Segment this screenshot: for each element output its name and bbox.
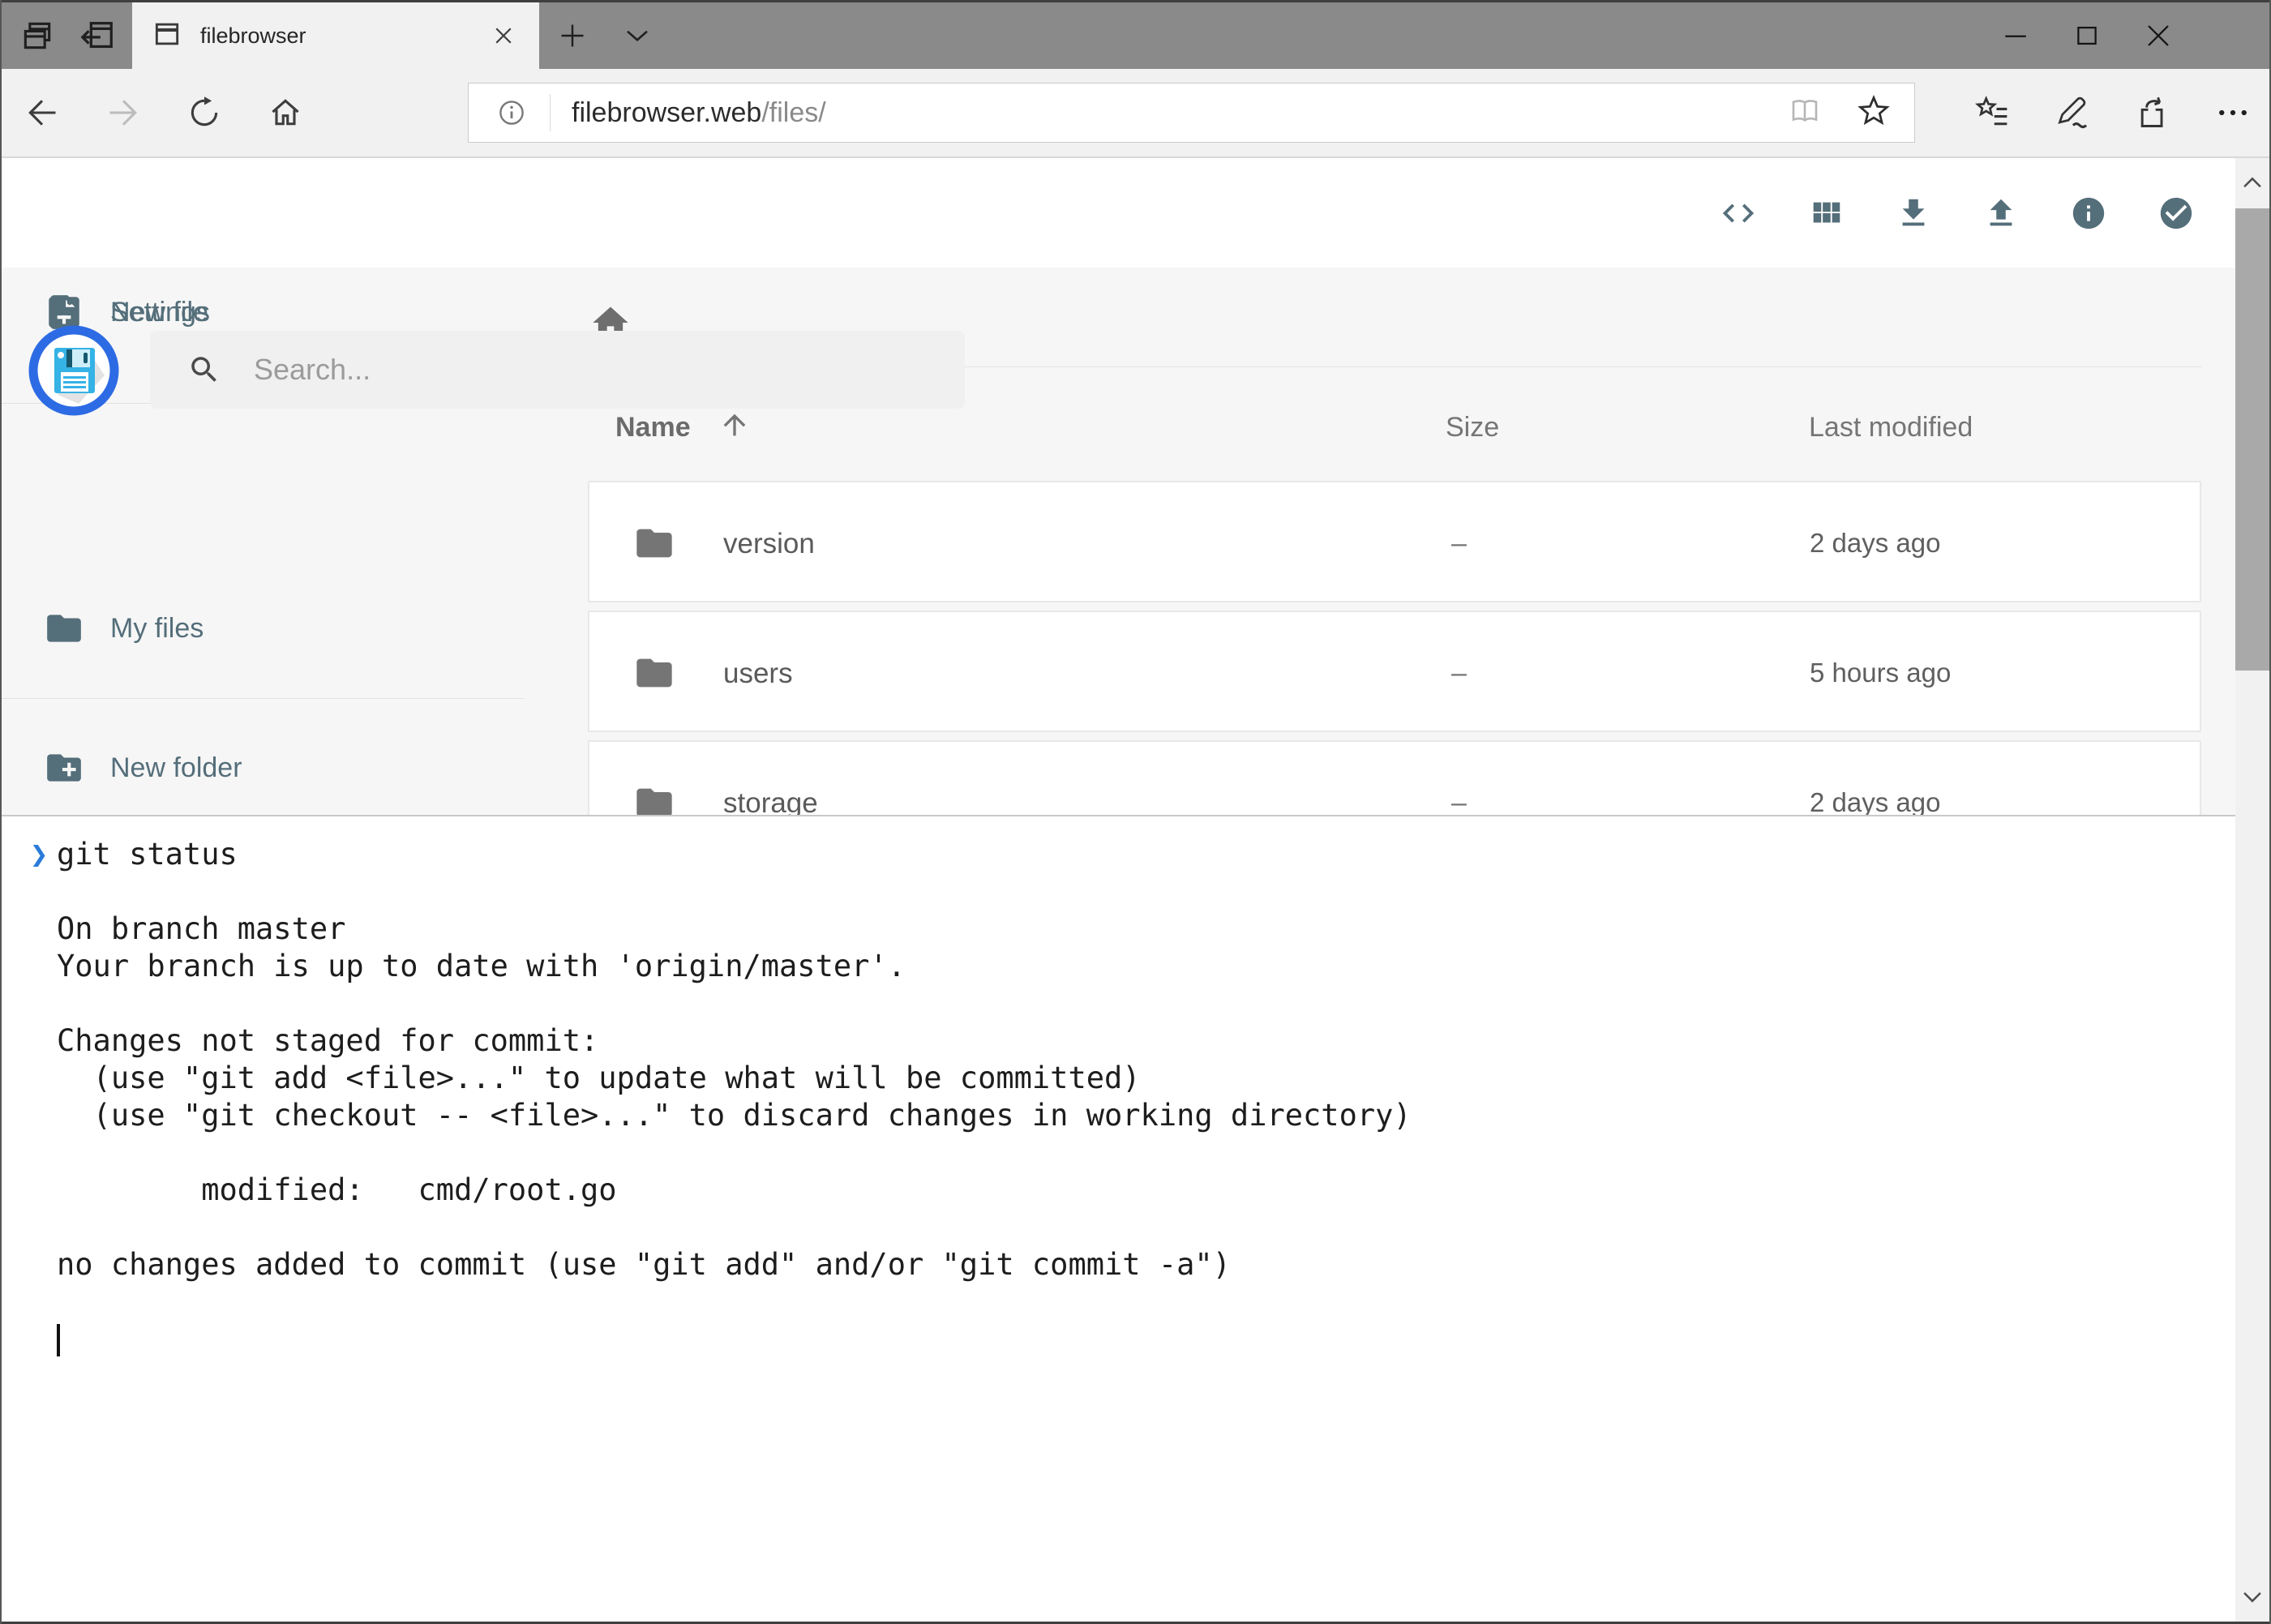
more-options-icon[interactable]: [2215, 95, 2251, 131]
set-tabs-aside-icon[interactable]: [75, 2, 120, 69]
new-tab-button[interactable]: [550, 2, 595, 69]
sidebar-item-label: Settings: [110, 297, 210, 328]
tab-page-icon: [152, 19, 182, 54]
url-text: filebrowser.web/files/: [572, 97, 826, 129]
tab-list-chevron-icon[interactable]: [615, 2, 660, 69]
scroll-down-icon[interactable]: [2235, 1571, 2269, 1622]
home-button[interactable]: [268, 95, 303, 131]
file-size: –: [1451, 658, 1467, 689]
favorites-hub-icon[interactable]: [1974, 95, 2010, 131]
search-icon: [187, 353, 221, 387]
folder-icon: [44, 608, 84, 649]
sort-ascending-icon[interactable]: [718, 409, 751, 441]
sidebar-divider: [2, 698, 525, 699]
sidebar-item[interactable]: My files: [2, 584, 537, 673]
minimize-button[interactable]: [1980, 2, 2051, 69]
close-window-button[interactable]: [2123, 2, 2194, 69]
tab-close-icon[interactable]: [486, 18, 521, 54]
terminal-panel[interactable]: ❯git status On branch master Your branch…: [2, 815, 2235, 1622]
back-button[interactable]: [24, 95, 60, 131]
file-modified: 2 days ago: [1810, 528, 1940, 559]
tab-title: filebrowser: [200, 24, 486, 49]
window-border-top: [0, 0, 2271, 2]
favorite-star-icon[interactable]: [1856, 93, 1892, 133]
code-icon[interactable]: [1720, 195, 1757, 232]
file-row[interactable]: users – 5 hours ago: [588, 611, 2201, 732]
url-separator: [550, 94, 551, 131]
column-last-modified[interactable]: Last modified: [1809, 412, 1973, 443]
check-icon[interactable]: [2157, 195, 2195, 232]
file-list: version – 2 days ago users – 5 hours ago…: [588, 481, 2201, 870]
upload-icon[interactable]: [1982, 195, 2020, 232]
browser-window: filebrowser: [0, 0, 2271, 1624]
scrollbar-thumb[interactable]: [2235, 208, 2269, 671]
info-icon[interactable]: [2070, 195, 2107, 232]
sidebar-item-label: My files: [110, 613, 204, 645]
new-folder-icon: [44, 748, 84, 788]
file-row[interactable]: version – 2 days ago: [588, 481, 2201, 602]
grid-icon[interactable]: [1807, 195, 1845, 232]
browser-toolbar: filebrowser.web/files/: [2, 69, 2269, 158]
forward-button[interactable]: [105, 95, 141, 131]
folder-icon: [633, 652, 675, 694]
download-icon[interactable]: [1895, 195, 1932, 232]
share-icon[interactable]: [2135, 95, 2170, 131]
browser-tab[interactable]: filebrowser: [132, 2, 539, 69]
file-name: users: [723, 658, 793, 690]
file-name: version: [723, 528, 815, 560]
maximize-button[interactable]: [2051, 2, 2123, 69]
refresh-button[interactable]: [186, 95, 222, 131]
browser-tab-bar: filebrowser: [0, 2, 2271, 69]
page-scrollbar[interactable]: [2235, 158, 2269, 1622]
filebrowser-logo[interactable]: [28, 325, 119, 416]
listing-header: Name Size Last modified: [2, 412, 2269, 452]
tab-preview-icon[interactable]: [15, 2, 60, 69]
sidebar-item[interactable]: New folder: [2, 723, 537, 812]
file-modified: 5 hours ago: [1810, 658, 1951, 688]
window-border-left: [0, 0, 2, 1624]
url-path: /files/: [761, 97, 825, 128]
url-host: filebrowser.web: [572, 97, 761, 128]
file-modified: 2 days ago: [1810, 787, 1940, 818]
scroll-up-icon[interactable]: [2235, 158, 2269, 208]
terminal-output[interactable]: ❯git status On branch master Your branch…: [57, 836, 1412, 1358]
site-info-icon[interactable]: [496, 97, 527, 128]
filebrowser-header: [2, 158, 2269, 268]
terminal-cursor: [57, 1324, 60, 1356]
search-input[interactable]: [252, 352, 901, 388]
folder-icon: [633, 522, 675, 564]
column-name[interactable]: Name: [615, 412, 691, 443]
file-size: –: [1451, 528, 1467, 559]
reading-view-icon[interactable]: [1788, 94, 1822, 132]
sidebar-item-label: New folder: [110, 752, 242, 784]
search-bar[interactable]: [150, 331, 965, 409]
column-size[interactable]: Size: [1446, 412, 1499, 443]
header-actions: [1720, 158, 2195, 268]
address-bar[interactable]: filebrowser.web/files/: [468, 83, 1915, 143]
annotate-pen-icon[interactable]: [2055, 95, 2090, 131]
terminal-prompt-icon: ❯: [30, 836, 48, 873]
